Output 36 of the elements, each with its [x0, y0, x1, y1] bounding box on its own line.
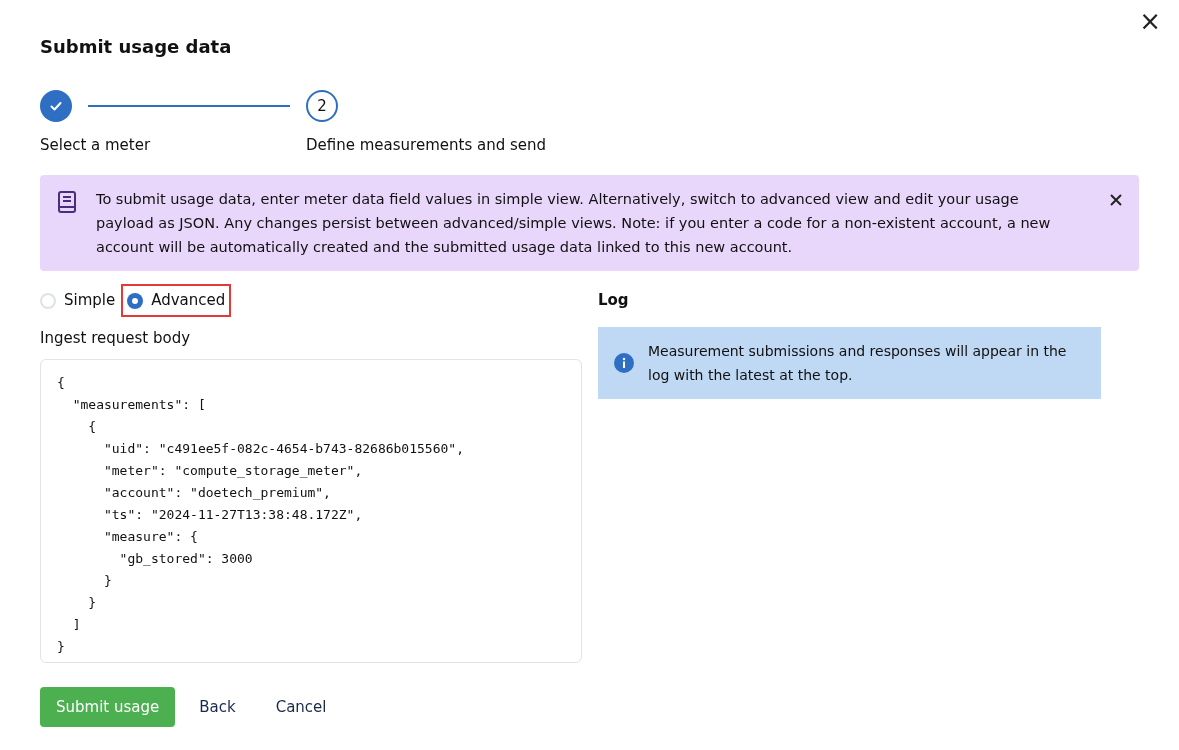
close-icon: [1109, 192, 1123, 207]
radio-button[interactable]: [40, 292, 56, 309]
info-text: Measurement submissions and responses will appear in the log with the latest at the top.: [648, 341, 1068, 385]
json-editor[interactable]: [40, 359, 582, 663]
code-line: ]: [71, 616, 81, 634]
close-button[interactable]: [1109, 192, 1123, 207]
field-label: Ingest request body: [40, 327, 192, 349]
code-line: "measure": {: [102, 528, 198, 546]
document-icon: [56, 189, 78, 214]
dialog-title: Submit usage data: [40, 36, 233, 58]
code-line: "gb_stored": 3000: [118, 550, 253, 568]
step-label: Select a meter: [40, 136, 151, 154]
code-line: {: [87, 418, 97, 436]
text-button[interactable]: Cancel: [259, 687, 343, 727]
code-line: }: [87, 594, 97, 612]
code-line: }: [102, 572, 112, 590]
close-button[interactable]: ×: [1135, 8, 1165, 34]
notice-text: To submit usage data, enter meter data field values in simple view. Alternatively, switch to advanced view and edit your usage payload as JSON. Any changes persist between advanced/simple views. Note: if you enter a code for a non-existent account, a new account will be automatically created and the submitted usage data linked to this new account.: [96, 189, 1052, 257]
checkmark-icon: [49, 99, 63, 113]
code-line: }: [57, 638, 65, 656]
code-line: {: [57, 374, 65, 392]
radio-label: Simple: [64, 290, 116, 312]
radio-button[interactable]: [127, 292, 144, 309]
radio-label: Advanced: [151, 290, 226, 312]
info-icon: [614, 352, 634, 373]
code-line: "measurements": [: [71, 396, 206, 414]
text-button[interactable]: Back: [183, 687, 252, 727]
code-line: "meter": "compute_storage_meter",: [102, 462, 363, 480]
code-line: "ts": "2024-11-27T13:38:48.172Z",: [102, 506, 363, 524]
radio-option[interactable]: Advanced: [121, 284, 232, 317]
step-number: 2: [306, 90, 338, 122]
radio-option[interactable]: Simple: [34, 284, 122, 317]
code-line: "account": "doetech_premium",: [102, 484, 331, 502]
step-label: Define measurements and send: [306, 136, 547, 154]
code-line: "uid": "c491ee5f-082c-4654-b743-82686b015560",: [102, 440, 464, 458]
log-title: Log: [598, 290, 630, 312]
